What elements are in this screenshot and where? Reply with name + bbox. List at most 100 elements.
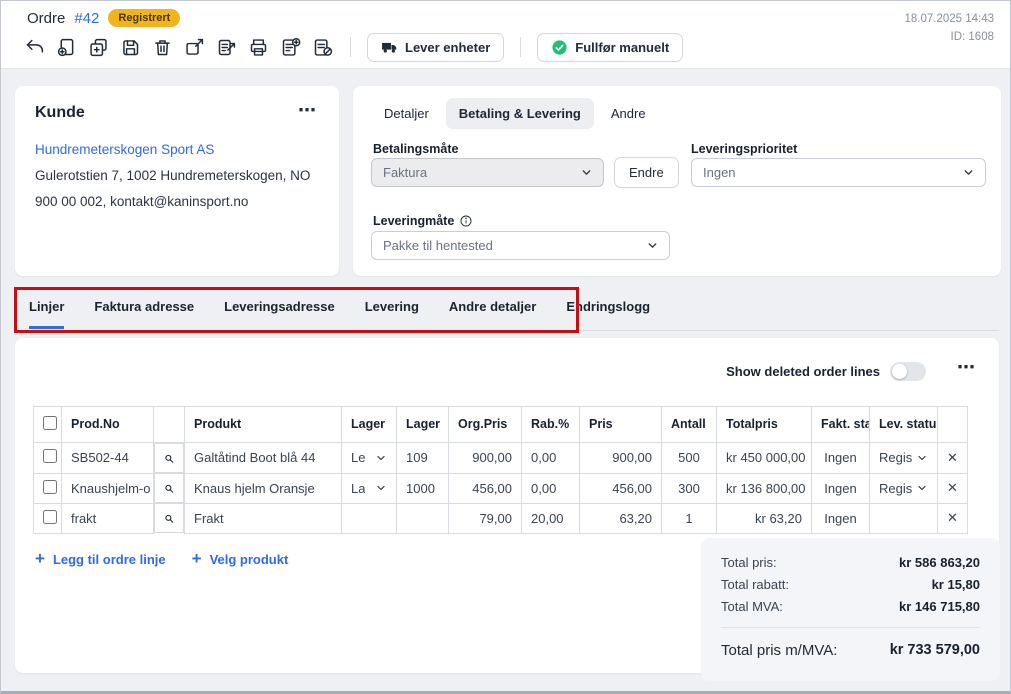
tab-detaljer[interactable]: Detaljer xyxy=(371,98,442,129)
cell-org-price[interactable]: 900,00 xyxy=(449,443,522,474)
tab-betaling-levering[interactable]: Betaling & Levering xyxy=(446,98,594,129)
order-list-export-icon[interactable] xyxy=(215,36,238,59)
customer-name-link[interactable]: Hundremeterskogen Sport AS xyxy=(35,142,319,157)
add-order-line-button[interactable]: +Legg til ordre linje xyxy=(35,549,166,569)
complete-manually-label: Fullfør manuelt xyxy=(575,40,669,55)
grand-total-row: Total pris m/MVA: kr 733 579,00 xyxy=(721,642,980,659)
deliver-units-label: Lever enheter xyxy=(405,40,490,55)
save-icon[interactable] xyxy=(119,36,142,59)
total-price-label: Total pris: xyxy=(721,555,777,570)
lines-more-options-icon[interactable]: ⋯ xyxy=(957,357,976,378)
cell-quantity[interactable]: 1 xyxy=(662,503,717,533)
cell-product[interactable]: Frakt xyxy=(185,503,342,533)
col-stock: Lager xyxy=(397,407,449,443)
totals-panel: Total pris: kr 586 863,20 Total rabatt: … xyxy=(701,538,1000,681)
toggle-knob xyxy=(892,364,907,379)
col-product: Produkt xyxy=(185,407,342,443)
delivery-status-select[interactable]: Registrert xyxy=(870,473,938,503)
cell-price[interactable]: 456,00 xyxy=(580,473,662,503)
select-all-checkbox[interactable] xyxy=(43,416,57,430)
remove-line-button[interactable]: ✕ xyxy=(938,473,968,503)
remove-line-button[interactable]: ✕ xyxy=(938,443,968,474)
customer-card: Kunde ⋯ Hundremeterskogen Sport AS Guler… xyxy=(15,86,339,276)
order-meta: 18.07.2025 14:43 ID: 1608 xyxy=(904,11,994,47)
row-checkbox[interactable] xyxy=(43,449,57,463)
cell-discount[interactable]: 20,00 xyxy=(522,503,580,533)
cell-total-price: kr 450 000,00 xyxy=(717,443,812,474)
cell-discount[interactable]: 0,00 xyxy=(522,473,580,503)
create-invoice-icon[interactable] xyxy=(279,36,302,59)
undo-icon[interactable] xyxy=(23,36,46,59)
chevron-down-icon xyxy=(916,452,928,464)
delivery-method-select[interactable]: Pakke til hentested xyxy=(371,231,670,260)
table-row: frakt Frakt 79,00 20,00 63,20 1 kr 63,20… xyxy=(34,503,968,533)
info-icon[interactable] xyxy=(459,214,473,231)
plus-icon: + xyxy=(192,549,202,569)
duplicate-order-icon[interactable] xyxy=(87,36,110,59)
change-payment-button[interactable]: Endre xyxy=(614,157,679,188)
select-product-button[interactable]: +Velg produkt xyxy=(192,549,289,569)
truck-icon xyxy=(381,39,398,56)
tab-levering[interactable]: Levering xyxy=(365,299,419,329)
cell-price[interactable]: 900,00 xyxy=(580,443,662,474)
cell-quantity[interactable]: 500 xyxy=(662,443,717,474)
product-search-icon[interactable] xyxy=(154,443,184,473)
order-number-link[interactable]: #42 xyxy=(74,10,99,27)
total-vat-label: Total MVA: xyxy=(721,599,783,614)
cell-org-price[interactable]: 456,00 xyxy=(449,473,522,503)
row-checkbox-cell xyxy=(34,443,62,474)
tab-leveringsadresse[interactable]: Leveringsadresse xyxy=(224,299,335,329)
cell-invoice-status: Ingen xyxy=(812,443,870,474)
col-invoice-status: Fakt. status xyxy=(812,407,870,443)
customer-address: Gulerotstien 7, 1002 Hundremeterskogen, … xyxy=(35,168,319,183)
payment-method-label: Betalingsmåte xyxy=(373,142,458,156)
cell-discount[interactable]: 0,00 xyxy=(522,443,580,474)
cell-prod-no[interactable]: SB502-44 xyxy=(62,443,154,474)
col-prod-no: Prod.No xyxy=(62,407,154,443)
complete-manually-button[interactable]: Fullfør manuelt xyxy=(537,33,683,62)
show-deleted-toggle[interactable] xyxy=(890,362,926,381)
cell-product[interactable]: Galtåtind Boot blå 44 xyxy=(185,443,342,474)
chevron-down-icon xyxy=(375,452,387,464)
order-lines-card: Show deleted order lines ⋯ Prod.No Produ… xyxy=(15,338,999,673)
grand-total-value: kr 733 579,00 xyxy=(890,642,980,659)
print-icon[interactable] xyxy=(247,36,270,59)
tab-linjer[interactable]: Linjer xyxy=(29,299,64,329)
cell-product[interactable]: Knaus hjelm Oransje xyxy=(185,473,342,503)
warehouse-select[interactable]: La xyxy=(342,473,397,503)
cell-prod-no[interactable]: frakt xyxy=(62,503,154,533)
tab-andre[interactable]: Andre xyxy=(598,98,659,129)
row-checkbox[interactable] xyxy=(43,510,57,524)
customer-card-title: Kunde xyxy=(35,104,319,122)
cancel-invoice-icon[interactable] xyxy=(311,36,334,59)
new-order-icon[interactable] xyxy=(55,36,78,59)
send-order-icon[interactable] xyxy=(183,36,206,59)
col-discount: Rab.% xyxy=(522,407,580,443)
show-deleted-label: Show deleted order lines xyxy=(726,364,880,379)
chevron-down-icon xyxy=(375,482,387,494)
tab-andre-detaljer[interactable]: Andre detaljer xyxy=(449,299,536,329)
cell-prod-no[interactable]: Knaushjelm-o xyxy=(62,473,154,503)
cell-price[interactable]: 63,20 xyxy=(580,503,662,533)
cell-org-price[interactable]: 79,00 xyxy=(449,503,522,533)
customer-more-options-icon[interactable]: ⋯ xyxy=(298,100,317,121)
cell-quantity[interactable]: 300 xyxy=(662,473,717,503)
delivery-priority-select[interactable]: Ingen xyxy=(691,158,986,187)
warehouse-select[interactable]: Le xyxy=(342,443,397,474)
table-header-row: Prod.No Produkt Lager Lager Org.Pris Rab… xyxy=(34,407,968,443)
delete-icon[interactable] xyxy=(151,36,174,59)
tab-endringslogg[interactable]: Endringslogg xyxy=(566,299,650,329)
total-price-row: Total pris: kr 586 863,20 xyxy=(721,555,980,570)
product-search-icon[interactable] xyxy=(154,473,184,503)
warehouse-value: Le xyxy=(351,450,365,465)
delivery-status-select[interactable]: Registrert xyxy=(870,443,938,474)
customer-contact: 900 00 002, kontakt@kaninsport.no xyxy=(35,194,319,209)
chevron-down-icon xyxy=(962,166,975,179)
product-search-icon[interactable] xyxy=(154,503,184,533)
row-checkbox[interactable] xyxy=(43,480,57,494)
remove-line-button[interactable]: ✕ xyxy=(938,503,968,533)
payment-method-select[interactable]: Faktura xyxy=(371,158,604,187)
deliver-units-button[interactable]: Lever enheter xyxy=(367,33,504,62)
tab-faktura-adresse[interactable]: Faktura adresse xyxy=(94,299,194,329)
cell-stock: 109 xyxy=(397,443,449,474)
